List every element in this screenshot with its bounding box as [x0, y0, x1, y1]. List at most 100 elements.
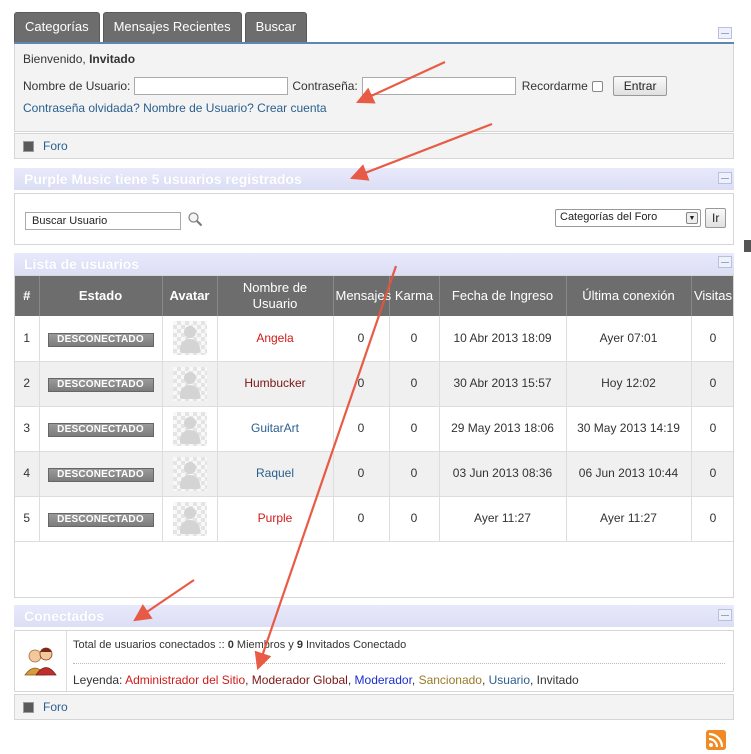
username-cell: Purple	[217, 496, 334, 542]
welcome-text: Bienvenido, Invitado	[23, 52, 135, 66]
username-cell: Angela	[217, 316, 334, 362]
avatar-cell	[162, 451, 218, 497]
members-label: Miembros y	[236, 639, 294, 651]
guests-count: 9	[296, 639, 303, 651]
category-select[interactable]: Categorías del Foro ▼	[555, 209, 701, 227]
posts-cell: 0	[333, 451, 390, 497]
last-visit-cell: Hoy 12:02	[566, 361, 692, 407]
col-header-posts[interactable]: Mensajes	[333, 276, 391, 316]
visits-cell: 0	[691, 451, 733, 497]
username-link[interactable]: Angela	[256, 331, 293, 345]
table-row: 4 DESCONECTADO Raquel 0 0 03 Jun 2013 08…	[15, 451, 733, 497]
forgot-username-link[interactable]: Nombre de Usuario?	[143, 101, 254, 115]
col-header-joined[interactable]: Fecha de Ingreso	[439, 276, 567, 316]
visits-cell: 0	[691, 406, 733, 452]
joined-cell: 30 Abr 2013 15:57	[439, 361, 567, 407]
avatar-cell	[162, 406, 218, 452]
tab-categorias[interactable]: Categorías	[14, 12, 100, 42]
remember-label: Recordarme	[521, 79, 588, 93]
last-visit-cell: Ayer 11:27	[566, 496, 692, 542]
username-cell: Humbucker	[217, 361, 334, 407]
userlist-title: Lista de usuarios	[24, 256, 140, 272]
connected-title: Conectados	[24, 608, 105, 624]
status-badge: DESCONECTADO	[47, 332, 154, 347]
collapse-userlist-icon[interactable]	[718, 256, 732, 268]
status-cell: DESCONECTADO	[39, 451, 163, 497]
col-header-status[interactable]: Estado	[39, 276, 163, 316]
avatar-cell	[162, 496, 218, 542]
scrollbar-edge[interactable]	[744, 240, 751, 252]
last-visit-cell: 30 May 2013 14:19	[566, 406, 692, 452]
table-header-row: # Estado Avatar Nombre de Usuario Mensaj…	[15, 276, 733, 316]
forum-link-top[interactable]: Foro	[43, 139, 68, 153]
user-search-input[interactable]: Buscar Usuario	[25, 212, 181, 230]
forum-breadcrumb-bottom: Foro	[14, 694, 734, 720]
search-icon[interactable]	[187, 211, 203, 227]
rss-icon[interactable]	[706, 730, 726, 750]
joined-cell: Ayer 11:27	[439, 496, 567, 542]
avatar-cell	[162, 316, 218, 362]
password-label: Contraseña:	[292, 79, 358, 93]
last-visit-cell: Ayer 07:01	[566, 316, 692, 362]
category-select-value: Categorías del Foro	[560, 211, 658, 223]
row-number: 4	[15, 451, 40, 497]
remember-checkbox[interactable]	[591, 80, 603, 92]
posts-cell: 0	[333, 361, 390, 407]
username-link[interactable]: Humbucker	[244, 376, 305, 390]
avatar[interactable]	[172, 456, 207, 491]
col-header-karma[interactable]: Karma	[389, 276, 440, 316]
avatar[interactable]	[172, 411, 207, 446]
legend: Leyenda: Administrador del Sitio, Modera…	[73, 673, 579, 687]
password-input[interactable]	[361, 77, 516, 95]
avatar[interactable]	[172, 501, 207, 536]
table-row: 1 DESCONECTADO Angela 0 0 10 Abr 2013 18…	[15, 316, 733, 362]
collapse-connected-icon[interactable]	[718, 609, 732, 621]
visits-cell: 0	[691, 496, 733, 542]
legend-moderator: Moderador	[354, 673, 412, 687]
karma-cell: 0	[389, 451, 440, 497]
userlist-header: Lista de usuarios	[14, 253, 734, 275]
username-link[interactable]: GuitarArt	[251, 421, 299, 435]
col-header-avatar[interactable]: Avatar	[162, 276, 218, 316]
username-link[interactable]: Purple	[258, 511, 293, 525]
guests-label: Invitados Conectado	[306, 639, 407, 651]
status-badge: DESCONECTADO	[47, 378, 154, 392]
status-cell: DESCONECTADO	[39, 316, 163, 362]
col-header-visits[interactable]: Visitas	[691, 276, 733, 316]
create-account-link[interactable]: Crear cuenta	[257, 101, 326, 115]
status-badge: DESCONECTADO	[47, 423, 154, 437]
username-input[interactable]	[134, 77, 289, 95]
username-cell: Raquel	[217, 451, 334, 497]
joined-cell: 03 Jun 2013 08:36	[439, 451, 567, 497]
users-icon	[15, 631, 67, 691]
forum-link-bottom[interactable]: Foro	[43, 700, 68, 714]
legend-admin: Administrador del Sitio	[125, 673, 246, 687]
status-cell: DESCONECTADO	[39, 406, 163, 452]
last-visit-cell: 06 Jun 2013 10:44	[566, 451, 692, 497]
username-link[interactable]: Raquel	[256, 466, 294, 480]
karma-cell: 0	[389, 316, 440, 362]
status-badge: DESCONECTADO	[47, 468, 154, 482]
status-badge: DESCONECTADO	[47, 513, 154, 527]
go-button[interactable]: Ir	[705, 208, 727, 228]
posts-cell: 0	[333, 406, 390, 452]
tab-bar: Categorías Mensajes Recientes Buscar	[14, 12, 310, 42]
collapse-stats-icon[interactable]	[718, 172, 732, 184]
login-button[interactable]: Entrar	[612, 76, 668, 96]
col-header-num[interactable]: #	[15, 276, 40, 316]
login-form: Nombre de Usuario: Contraseña: Recordarm…	[23, 76, 668, 96]
avatar[interactable]	[172, 321, 207, 356]
tab-buscar[interactable]: Buscar	[244, 12, 308, 42]
avatar[interactable]	[172, 366, 207, 401]
col-header-username[interactable]: Nombre de Usuario	[217, 276, 334, 316]
row-number: 1	[15, 316, 40, 362]
joined-cell: 29 May 2013 18:06	[439, 406, 567, 452]
table-row: 5 DESCONECTADO Purple 0 0 Ayer 11:27 Aye…	[15, 496, 733, 542]
forgot-password-link[interactable]: Contraseña olvidada?	[23, 101, 140, 115]
collapse-login-icon[interactable]	[718, 27, 732, 39]
tab-mensajes-recientes[interactable]: Mensajes Recientes	[102, 12, 242, 42]
userlist-panel: # Estado Avatar Nombre de Usuario Mensaj…	[14, 275, 734, 598]
status-cell: DESCONECTADO	[39, 496, 163, 542]
col-header-last-visit[interactable]: Última conexión	[566, 276, 692, 316]
welcome-user: Invitado	[89, 52, 136, 66]
